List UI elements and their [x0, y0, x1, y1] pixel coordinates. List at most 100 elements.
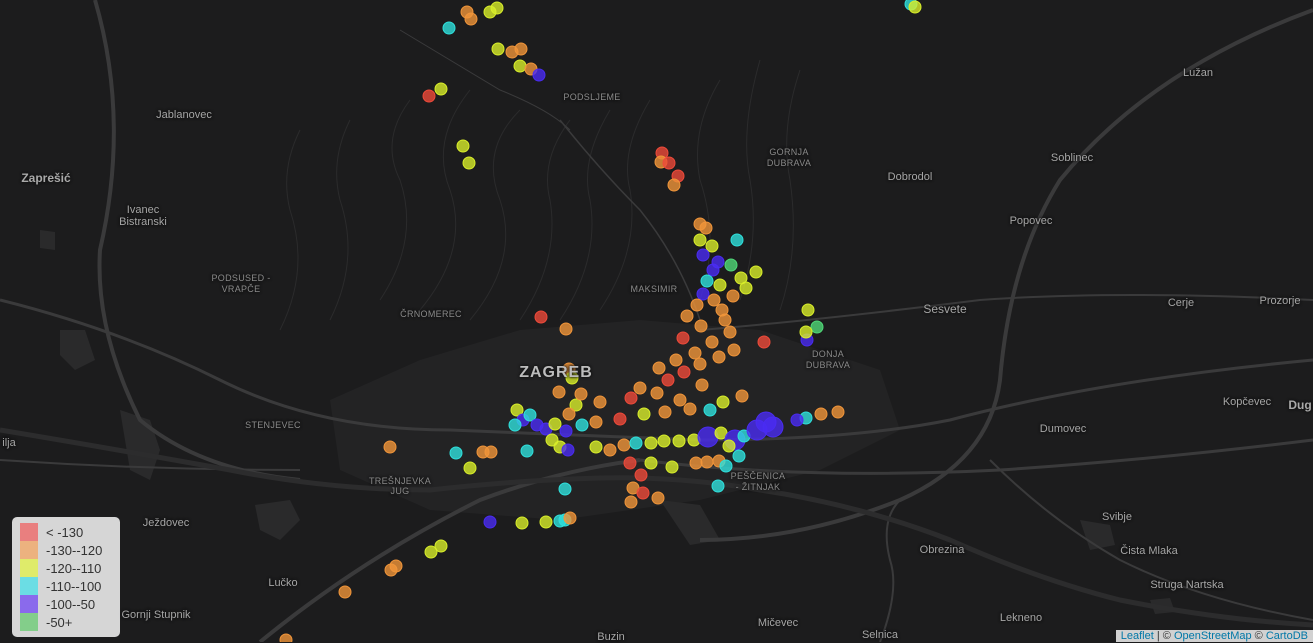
signal-point[interactable] [562, 407, 576, 421]
signal-point[interactable] [703, 403, 717, 417]
signal-point[interactable] [513, 59, 527, 73]
signal-point[interactable] [603, 443, 617, 457]
signal-point[interactable] [718, 313, 732, 327]
signal-point[interactable] [652, 361, 666, 375]
signal-point[interactable] [677, 365, 691, 379]
signal-point[interactable] [705, 335, 719, 349]
signal-point[interactable] [667, 178, 681, 192]
signal-point[interactable] [699, 221, 713, 235]
signal-point[interactable] [662, 156, 676, 170]
signal-point[interactable] [790, 413, 804, 427]
signal-point[interactable] [757, 335, 771, 349]
signal-point[interactable] [707, 293, 721, 307]
signal-point[interactable] [712, 350, 726, 364]
signal-point[interactable] [593, 395, 607, 409]
signal-point[interactable] [658, 405, 672, 419]
signal-point[interactable] [722, 439, 736, 453]
signal-point[interactable] [434, 82, 448, 96]
signal-point[interactable] [633, 381, 647, 395]
signal-point[interactable] [589, 440, 603, 454]
signal-point[interactable] [831, 405, 845, 419]
signal-point[interactable] [693, 233, 707, 247]
signal-point[interactable] [462, 156, 476, 170]
signal-point[interactable] [705, 239, 719, 253]
signal-point[interactable] [700, 274, 714, 288]
signal-point[interactable] [697, 426, 719, 448]
signal-point[interactable] [422, 89, 436, 103]
signal-point[interactable] [680, 309, 694, 323]
signal-point[interactable] [463, 461, 477, 475]
signal-point[interactable] [713, 278, 727, 292]
signal-point[interactable] [695, 378, 709, 392]
signal-point[interactable] [657, 434, 671, 448]
signal-point[interactable] [665, 460, 679, 474]
signal-point[interactable] [799, 325, 813, 339]
signal-point[interactable] [637, 407, 651, 421]
signal-point[interactable] [644, 456, 658, 470]
signal-point[interactable] [613, 412, 627, 426]
signal-point[interactable] [696, 248, 710, 262]
signal-point[interactable] [589, 415, 603, 429]
signal-point[interactable] [624, 391, 638, 405]
signal-point[interactable] [384, 563, 398, 577]
signal-point[interactable] [673, 393, 687, 407]
signal-point[interactable] [491, 42, 505, 56]
signal-point[interactable] [514, 42, 528, 56]
signal-point[interactable] [762, 416, 784, 438]
signal-point[interactable] [716, 395, 730, 409]
signal-point[interactable] [338, 585, 352, 599]
signal-point[interactable] [661, 373, 675, 387]
signal-point[interactable] [476, 445, 490, 459]
signal-point[interactable] [534, 310, 548, 324]
signal-point[interactable] [624, 495, 638, 509]
signal-point[interactable] [739, 281, 753, 295]
signal-point[interactable] [442, 21, 456, 35]
signal-point[interactable] [490, 1, 504, 15]
signal-point[interactable] [735, 389, 749, 403]
signal-point[interactable] [669, 353, 683, 367]
signal-point[interactable] [520, 444, 534, 458]
signal-point[interactable] [548, 417, 562, 431]
signal-point[interactable] [730, 233, 744, 247]
signal-point[interactable] [696, 287, 710, 301]
signal-point[interactable] [651, 491, 665, 505]
signal-point[interactable] [644, 436, 658, 450]
cartodb-link[interactable]: CartoDB [1266, 630, 1308, 642]
signal-point[interactable] [552, 385, 566, 399]
signal-point[interactable] [449, 446, 463, 460]
signal-point[interactable] [711, 479, 725, 493]
signal-point[interactable] [424, 545, 438, 559]
signal-point[interactable] [515, 516, 529, 530]
signal-point[interactable] [559, 424, 573, 438]
signal-point[interactable] [732, 449, 746, 463]
signal-point[interactable] [464, 12, 478, 26]
signal-point[interactable] [634, 468, 648, 482]
signal-point[interactable] [694, 319, 708, 333]
signal-point[interactable] [279, 633, 293, 642]
signal-point[interactable] [574, 387, 588, 401]
signal-point[interactable] [810, 320, 824, 334]
leaflet-link[interactable]: Leaflet [1121, 630, 1154, 642]
signal-point[interactable] [532, 68, 546, 82]
signal-point[interactable] [559, 322, 573, 336]
signal-point[interactable] [629, 436, 643, 450]
signal-point[interactable] [727, 343, 741, 357]
signal-point[interactable] [456, 139, 470, 153]
signal-point[interactable] [563, 511, 577, 525]
signal-point[interactable] [650, 386, 664, 400]
signal-point[interactable] [672, 434, 686, 448]
signal-point[interactable] [561, 443, 575, 457]
signal-point[interactable] [689, 456, 703, 470]
signal-point[interactable] [814, 407, 828, 421]
signal-point[interactable] [688, 346, 702, 360]
signal-point[interactable] [683, 402, 697, 416]
signal-point[interactable] [617, 438, 631, 452]
signal-point[interactable] [483, 515, 497, 529]
signal-point[interactable] [636, 486, 650, 500]
signal-point[interactable] [908, 0, 922, 14]
openstreetmap-link[interactable]: OpenStreetMap [1174, 630, 1252, 642]
signal-point[interactable] [801, 303, 815, 317]
signal-point[interactable] [623, 456, 637, 470]
signal-point[interactable] [383, 440, 397, 454]
signal-point[interactable] [575, 418, 589, 432]
